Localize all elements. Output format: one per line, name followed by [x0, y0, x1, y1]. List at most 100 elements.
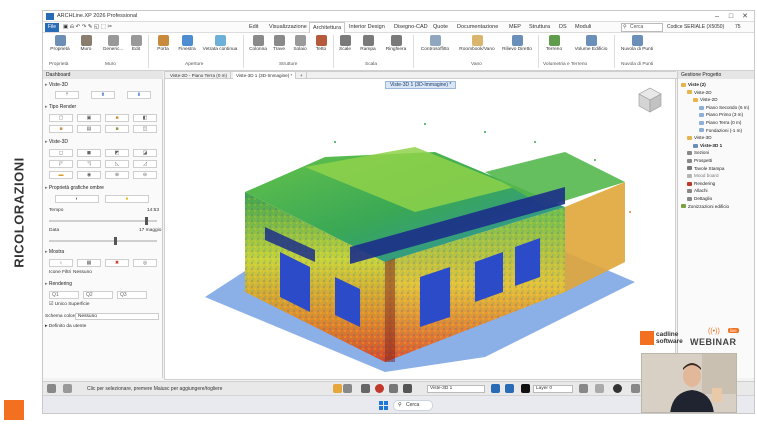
tree-item[interactable]: Piano Terra (0 m)	[699, 120, 741, 125]
ribbon-survey-button[interactable]: Rilievo Diretto	[499, 35, 535, 61]
date-slider-handle[interactable]	[114, 237, 118, 245]
render-q3-button[interactable]: Q3	[117, 291, 147, 299]
ribbon-terrain-button[interactable]: Terreno	[541, 35, 567, 61]
view-folder-icon[interactable]: ▬	[49, 171, 73, 179]
menu-moduli[interactable]: Moduli	[575, 24, 591, 30]
render-q1-button[interactable]: Q1	[49, 291, 79, 299]
link-icon[interactable]	[343, 384, 352, 393]
tree-item[interactable]: Rendering	[687, 181, 715, 186]
ribbon-point-cloud-button[interactable]: Nuvola di Punti	[617, 35, 657, 61]
menu-mep[interactable]: MEP	[509, 24, 521, 30]
menu-disegno-cad[interactable]: Disegno-CAD	[394, 24, 428, 30]
view-cube-icon[interactable]	[637, 86, 663, 114]
arrow-up-icon[interactable]	[491, 384, 500, 393]
display-hide-icon[interactable]: ✖	[105, 259, 129, 267]
color-swatch-icon[interactable]	[521, 384, 530, 393]
render-wireframe-icon[interactable]: ▢	[49, 114, 73, 122]
ribbon-building-volume-button[interactable]: Volume Edificio	[571, 35, 611, 61]
menu-edit[interactable]: Edit	[249, 24, 258, 30]
view-left-icon[interactable]: ◩	[105, 149, 129, 157]
taskbar-search[interactable]: ⚲ Cerca	[393, 400, 433, 411]
settings-icon[interactable]	[47, 384, 56, 393]
tree-item[interactable]: Zonizzazioni edificio	[681, 204, 729, 209]
view-camera-icon[interactable]: ◉	[77, 171, 101, 179]
ribbon-wall-button[interactable]: Muro	[73, 35, 99, 61]
view-iso3-icon[interactable]: ◺	[105, 160, 129, 168]
view-right-icon[interactable]: ◪	[133, 149, 157, 157]
tree-item[interactable]: Piano Secondo (6 m)	[699, 105, 749, 110]
hammer-icon[interactable]	[333, 384, 342, 393]
ribbon-slab-button[interactable]: Solaio	[289, 35, 311, 61]
tree-item[interactable]: Sezioni	[687, 150, 709, 155]
unique-surface-checkbox[interactable]: ☑ Unico Superficie	[49, 302, 90, 307]
render-sketch-icon[interactable]: ◧	[133, 114, 157, 122]
ortho-icon[interactable]	[389, 384, 398, 393]
menu-documentazione[interactable]: Documentazione	[457, 24, 498, 30]
tree-item[interactable]: Allachi	[687, 188, 708, 193]
sphere-icon[interactable]	[579, 384, 588, 393]
tab-view-3d[interactable]: Viste-3D 1 (3D-Immagine) *	[233, 72, 297, 79]
filter-value[interactable]: Nessuno	[73, 270, 92, 275]
date-slider[interactable]	[49, 237, 157, 245]
ribbon-railing-button[interactable]: Ringhiera	[381, 35, 411, 61]
tree-item[interactable]: Tavole Stampa	[687, 166, 724, 171]
record-icon[interactable]	[613, 384, 622, 393]
menu-interior-design[interactable]: Interior Design	[349, 24, 385, 30]
new-tab-button[interactable]: +	[297, 72, 307, 79]
arrow-down-icon[interactable]	[505, 384, 514, 393]
ribbon-door-button[interactable]: Porta	[150, 35, 176, 61]
ribbon-column-button[interactable]: Colonna	[245, 35, 271, 61]
select-icon[interactable]	[403, 384, 412, 393]
ribbon-roof-button[interactable]: Tetto	[311, 35, 331, 61]
tab-view-2d[interactable]: Viste-2D - Piano Terra (0 m)	[167, 72, 232, 79]
tree-item[interactable]: Viste-3D 1	[693, 143, 722, 148]
snap-icon[interactable]	[375, 384, 384, 393]
arrow-down-icon[interactable]: ⬇	[127, 91, 151, 99]
render-xray-icon[interactable]: ◫	[133, 125, 157, 133]
tree-item[interactable]: Mood board	[687, 173, 719, 178]
ribbon-stairs-button[interactable]: Scale	[335, 35, 355, 61]
render-realistic-icon[interactable]: ■	[105, 125, 129, 133]
view-iso4-icon[interactable]: ◿	[133, 160, 157, 168]
view-up-button[interactable]: ⇡	[55, 91, 79, 99]
tree-item[interactable]: Prospetti	[687, 158, 712, 163]
display-light-icon[interactable]: ♁	[49, 259, 73, 267]
ribbon-wall-generic-button[interactable]: Generic...	[99, 35, 127, 61]
point-cloud-model[interactable]	[185, 112, 655, 372]
shadow-toggle-icon[interactable]: ◐	[55, 195, 99, 203]
section-shadow[interactable]: Proprietà grafiche ombre	[45, 185, 104, 191]
view-front-icon[interactable]: ◻	[49, 149, 73, 157]
view-dropdown[interactable]: Viste-3D 1	[427, 385, 485, 393]
ribbon-window-button[interactable]: Finestra	[174, 35, 200, 61]
tree-item[interactable]: Dettaglio	[687, 196, 712, 201]
windows-start-icon[interactable]	[379, 401, 388, 410]
ribbon-properties-button[interactable]: Proprietà	[47, 35, 73, 61]
view-iso2-icon[interactable]: ◹	[77, 160, 101, 168]
display-grid-icon[interactable]: ▦	[77, 259, 101, 267]
color-scheme-dropdown[interactable]: Nessuno	[75, 313, 159, 320]
ribbon-ceiling-button[interactable]: Controsoffitto	[417, 35, 453, 61]
view-back-icon[interactable]: ◼	[77, 149, 101, 157]
file-menu-button[interactable]: File	[45, 23, 59, 32]
render-texture-icon[interactable]: ■	[49, 125, 73, 133]
ribbon-curtain-wall-button[interactable]: Vetrata continua	[200, 35, 240, 61]
view-iso1-icon[interactable]: ◸	[49, 160, 73, 168]
menu-quote[interactable]: Quote	[433, 24, 448, 30]
ribbon-edit-button[interactable]: Edit	[127, 35, 145, 61]
render-shaded-icon[interactable]: ■	[105, 114, 129, 122]
time-slider[interactable]	[49, 217, 157, 225]
layer-dropdown[interactable]: Layer 0	[533, 385, 573, 393]
sun-icon[interactable]: ●	[105, 195, 149, 203]
crosshair-icon[interactable]	[631, 384, 640, 393]
grid-icon[interactable]	[361, 384, 370, 393]
render-mono-icon[interactable]: ▤	[77, 125, 101, 133]
section-render-type[interactable]: Tipo Render	[45, 104, 76, 110]
ribbon-beam-button[interactable]: Trave	[269, 35, 289, 61]
ribbon-ramp-button[interactable]: Rampa	[357, 35, 379, 61]
user-defined-item[interactable]: ▸ Definito da utente	[45, 324, 86, 329]
tree-item[interactable]: Viste (2)	[681, 82, 706, 87]
menu-architettura[interactable]: Architettura	[309, 22, 346, 33]
time-slider-handle[interactable]	[144, 217, 148, 225]
tree-item[interactable]: Viste-2D	[693, 97, 718, 102]
section-viste3d-2[interactable]: Viste-3D	[45, 139, 68, 145]
